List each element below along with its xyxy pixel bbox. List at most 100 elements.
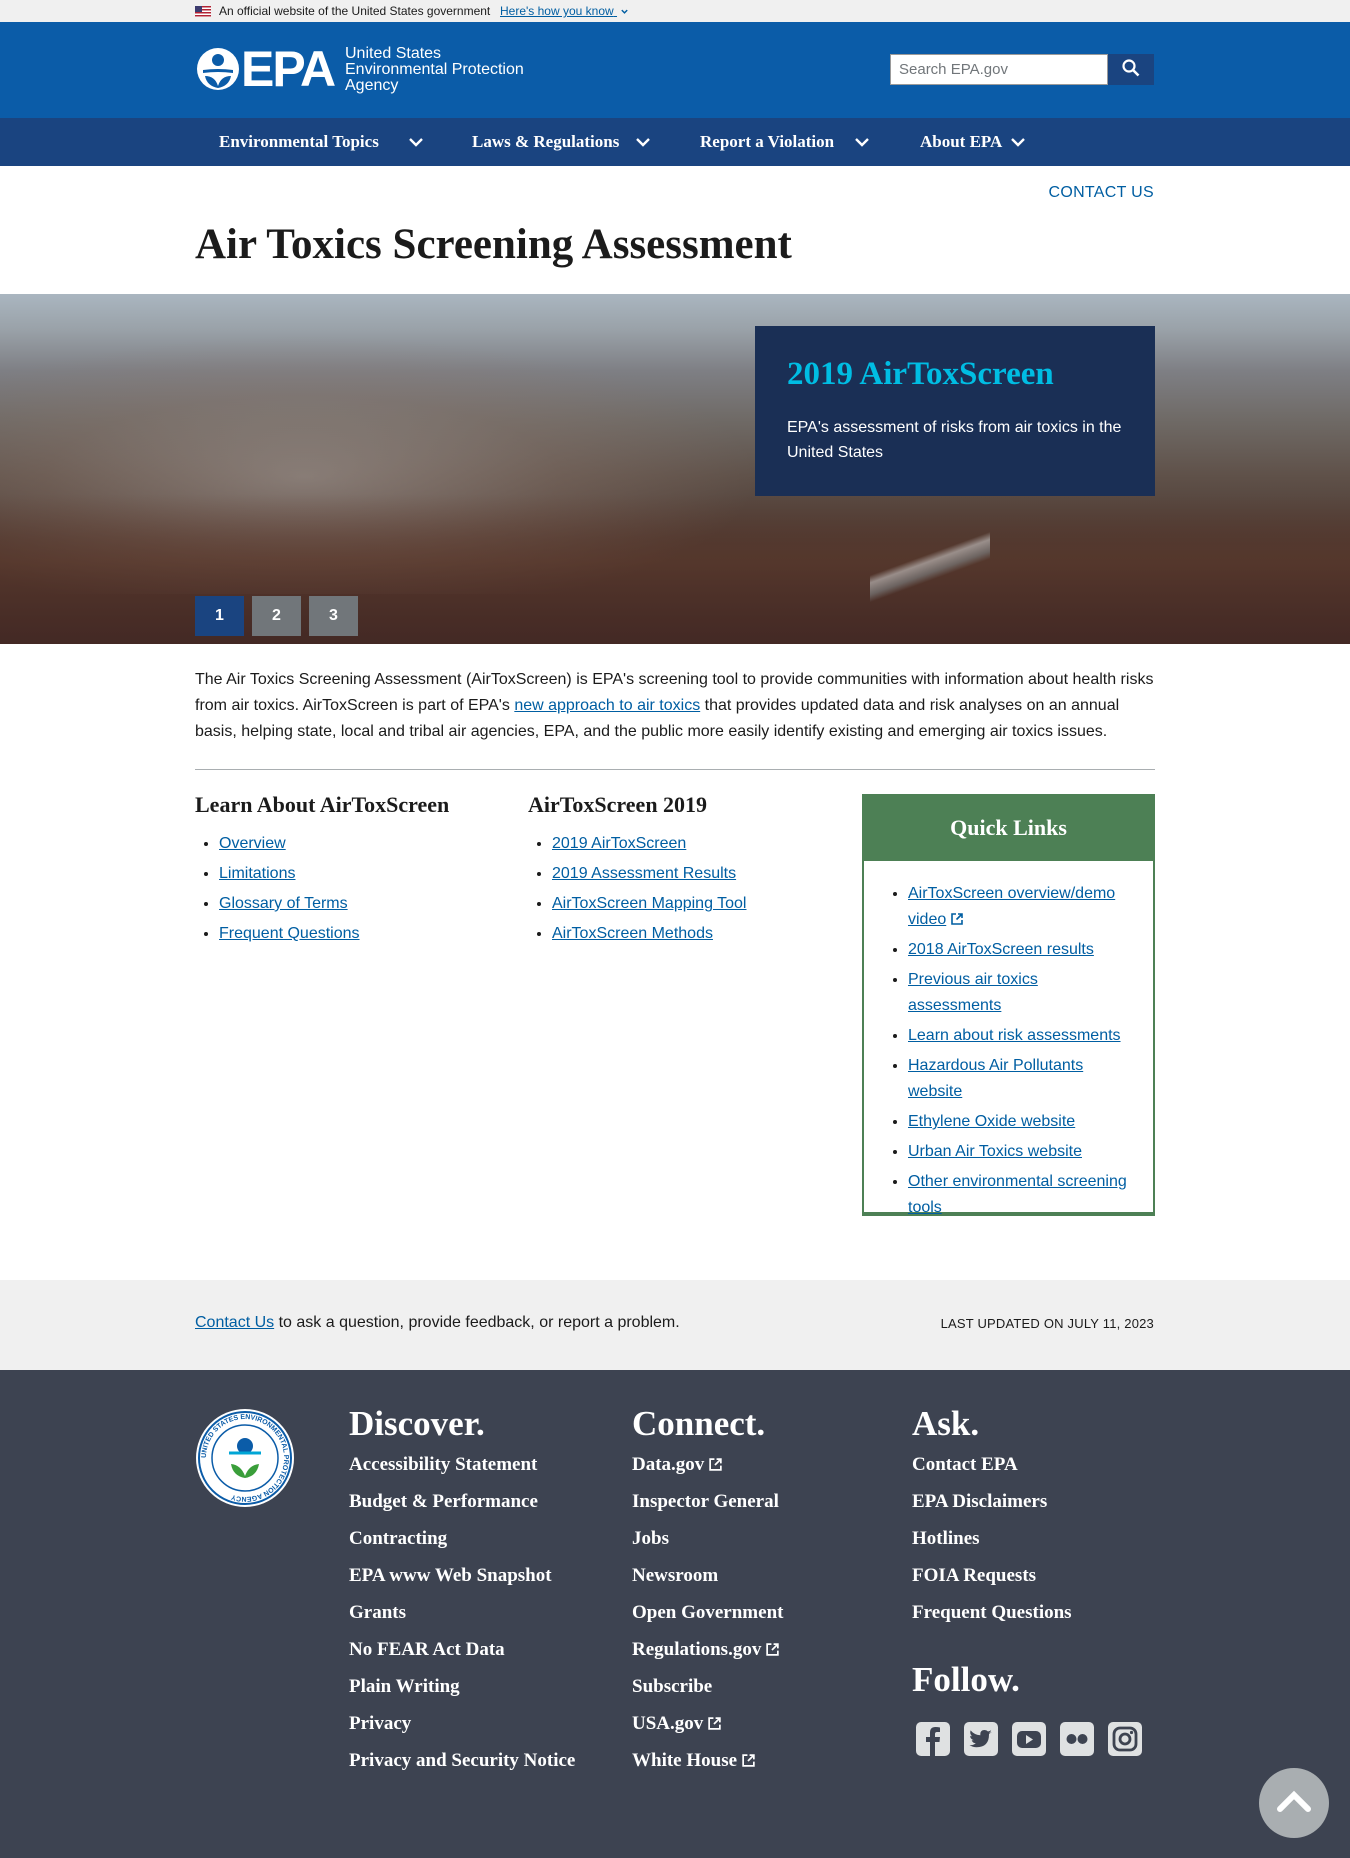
list-item: AirToxScreen Methods: [552, 922, 848, 946]
chevron-down-icon: [636, 138, 650, 147]
frequent-questions-footer-link[interactable]: Frequent Questions: [912, 1602, 1152, 1623]
2019-assessment-results-link[interactable]: 2019 Assessment Results: [552, 865, 736, 882]
subscribe-link[interactable]: Subscribe: [632, 1676, 872, 1697]
list-item: Previous air toxics assessments: [908, 967, 1135, 1019]
slide-1-button[interactable]: 1: [195, 596, 244, 636]
site-search: [890, 54, 1154, 85]
nav-about-epa[interactable]: About EPA: [920, 118, 1040, 166]
footer-follow: Follow.: [912, 1660, 1142, 1756]
open-government-link[interactable]: Open Government: [632, 1602, 872, 1623]
nav-report-a-violation[interactable]: Report a Violation: [700, 118, 900, 166]
search-input[interactable]: [890, 54, 1108, 85]
epa-seal-icon[interactable]: UNITED STATES ENVIRONMENTAL PROTECTION A…: [195, 1408, 295, 1508]
discover-heading: Discover.: [349, 1404, 485, 1443]
slide-3-button[interactable]: 3: [309, 596, 358, 636]
footer-connect: Connect. Data.gov Inspector General Jobs…: [632, 1404, 872, 1787]
overview-demo-video-link[interactable]: AirToxScreen overview/demo video: [908, 885, 1115, 928]
new-approach-link[interactable]: new approach to air toxics: [514, 697, 700, 714]
hazardous-air-pollutants-link[interactable]: Hazardous Air Pollutants website: [908, 1057, 1083, 1100]
hero-carousel: 2019 AirToxScreen EPA's assessment of ri…: [0, 294, 1350, 644]
nav-laws-regulations[interactable]: Laws & Regulations: [472, 118, 672, 166]
plain-writing-link[interactable]: Plain Writing: [349, 1676, 589, 1697]
hero-card[interactable]: 2019 AirToxScreen EPA's assessment of ri…: [755, 326, 1155, 496]
2019-airtoxscreen-link[interactable]: 2019 AirToxScreen: [552, 835, 686, 852]
chevron-down-icon: [1011, 138, 1025, 147]
external-link-icon: [766, 1643, 780, 1656]
jobs-link[interactable]: Jobs: [632, 1528, 872, 1549]
methods-link[interactable]: AirToxScreen Methods: [552, 925, 713, 942]
previous-assessments-link[interactable]: Previous air toxics assessments: [908, 971, 1038, 1014]
ask-heading: Ask.: [912, 1404, 980, 1443]
glossary-link[interactable]: Glossary of Terms: [219, 895, 348, 912]
quick-links-box: Quick Links AirToxScreen overview/demo v…: [862, 794, 1155, 1216]
flickr-icon[interactable]: [1058, 1720, 1096, 1758]
list-item: Ethylene Oxide website: [908, 1109, 1135, 1135]
slide-2-button[interactable]: 2: [252, 596, 301, 636]
list-item: 2018 AirToxScreen results: [908, 937, 1135, 963]
list-item: Learn about risk assessments: [908, 1023, 1135, 1049]
privacy-security-notice-link[interactable]: Privacy and Security Notice: [349, 1750, 589, 1771]
external-link-icon: [951, 913, 964, 925]
privacy-link[interactable]: Privacy: [349, 1713, 589, 1734]
chevron-down-icon: [621, 9, 628, 14]
data-gov-link[interactable]: Data.gov: [632, 1454, 872, 1475]
learn-heading: Learn About AirToxScreen: [195, 792, 450, 817]
2018-results-link[interactable]: 2018 AirToxScreen results: [908, 941, 1094, 958]
frequent-questions-link[interactable]: Frequent Questions: [219, 925, 360, 942]
overview-link[interactable]: Overview: [219, 835, 286, 852]
list-item: AirToxScreen Mapping Tool: [552, 892, 848, 916]
gov-banner-text: An official website of the United States…: [219, 4, 491, 18]
no-fear-act-link[interactable]: No FEAR Act Data: [349, 1639, 589, 1660]
limitations-link[interactable]: Limitations: [219, 865, 295, 882]
usa-gov-link[interactable]: USA.gov: [632, 1713, 872, 1734]
accessibility-statement-link[interactable]: Accessibility Statement: [349, 1454, 589, 1475]
epa-disclaimers-link[interactable]: EPA Disclaimers: [912, 1491, 1152, 1512]
instagram-icon[interactable]: [1106, 1720, 1144, 1758]
facebook-icon[interactable]: [914, 1720, 952, 1758]
twitter-icon[interactable]: [962, 1720, 1000, 1758]
list-item: Glossary of Terms: [219, 892, 515, 916]
airtoxscreen-2019-heading: AirToxScreen 2019: [528, 792, 708, 817]
learn-section: Learn About AirToxScreen Overview Limita…: [195, 792, 515, 952]
inspector-general-link[interactable]: Inspector General: [632, 1491, 872, 1512]
contact-bar-text: Contact Us to ask a question, provide fe…: [195, 1314, 680, 1331]
budget-performance-link[interactable]: Budget & Performance: [349, 1491, 589, 1512]
contact-us-footer-link[interactable]: Contact Us: [195, 1314, 274, 1331]
risk-assessments-link[interactable]: Learn about risk assessments: [908, 1027, 1121, 1044]
youtube-icon[interactable]: [1010, 1720, 1048, 1758]
site-header: EPA United States Environmental Protecti…: [0, 22, 1350, 118]
list-item: 2019 AirToxScreen: [552, 832, 848, 856]
list-item: Frequent Questions: [219, 922, 515, 946]
urban-air-toxics-link[interactable]: Urban Air Toxics website: [908, 1143, 1082, 1160]
ethylene-oxide-link[interactable]: Ethylene Oxide website: [908, 1113, 1075, 1130]
external-link-icon: [742, 1754, 755, 1767]
footer-ask: Ask. Contact EPA EPA Disclaimers Hotline…: [912, 1404, 1152, 1639]
mapping-tool-link[interactable]: AirToxScreen Mapping Tool: [552, 895, 746, 912]
intro-paragraph: The Air Toxics Screening Assessment (Air…: [195, 671, 1154, 740]
divider: [195, 769, 1155, 770]
hero-description: EPA's assessment of risks from air toxic…: [787, 419, 1122, 461]
white-house-link[interactable]: White House: [632, 1750, 872, 1771]
foia-requests-link[interactable]: FOIA Requests: [912, 1565, 1152, 1586]
hero-title[interactable]: 2019 AirToxScreen: [787, 356, 1123, 393]
back-to-top-button[interactable]: [1259, 1768, 1329, 1838]
nav-environmental-topics[interactable]: Environmental Topics: [219, 118, 429, 166]
external-link-icon: [708, 1717, 721, 1730]
grants-link[interactable]: Grants: [349, 1602, 589, 1623]
contact-epa-link[interactable]: Contact EPA: [912, 1454, 1152, 1475]
contracting-link[interactable]: Contracting: [349, 1528, 589, 1549]
gov-banner: An official website of the United States…: [0, 0, 1350, 22]
contact-bar: Contact Us to ask a question, provide fe…: [0, 1280, 1350, 1370]
epa-logo[interactable]: EPA United States Environmental Protecti…: [195, 41, 555, 97]
search-button[interactable]: [1108, 54, 1154, 85]
web-snapshot-link[interactable]: EPA www Web Snapshot: [349, 1565, 589, 1586]
newsroom-link[interactable]: Newsroom: [632, 1565, 872, 1586]
contact-us-link[interactable]: CONTACT US: [1048, 184, 1154, 202]
hotlines-link[interactable]: Hotlines: [912, 1528, 1152, 1549]
screening-tools-link[interactable]: Other environmental screening tools: [908, 1173, 1127, 1216]
search-icon: [1122, 59, 1140, 77]
footer-discover: Discover. Accessibility Statement Budget…: [349, 1404, 589, 1787]
regulations-gov-link[interactable]: Regulations.gov: [632, 1639, 872, 1660]
list-item: Urban Air Toxics website: [908, 1139, 1135, 1165]
heres-how-you-know-link[interactable]: Here's how you know: [500, 4, 629, 18]
